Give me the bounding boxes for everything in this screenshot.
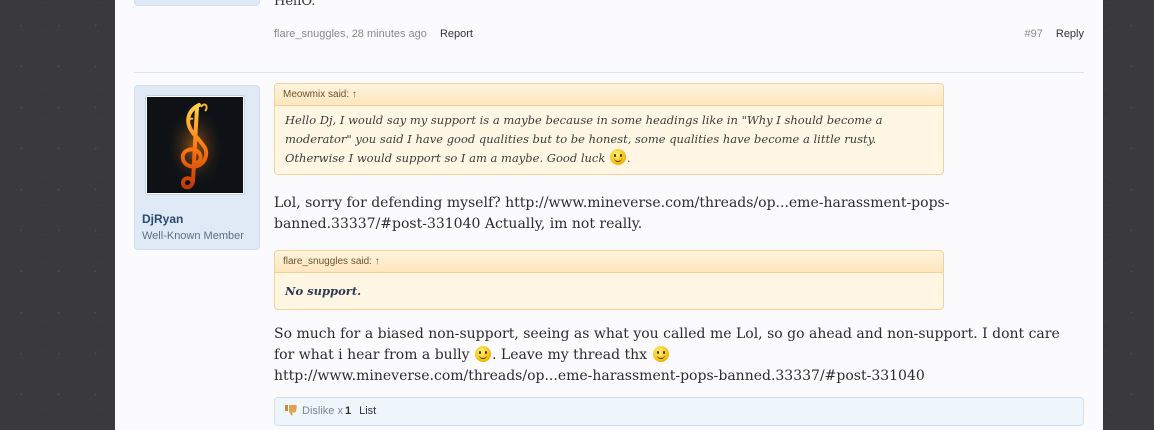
username[interactable]: DjRyan: [142, 212, 183, 226]
previous-post-meta: flare_snuggles, 28 minutes ago Report #9…: [274, 28, 1084, 40]
previous-post-time[interactable]: 28 minutes ago: [352, 28, 427, 40]
reply-link[interactable]: Reply: [1056, 28, 1084, 40]
post-divider: [134, 72, 1084, 73]
thread-page: HellO. flare_snuggles, 28 minutes ago Re…: [115, 0, 1103, 430]
user-title: Well-Known Member: [142, 230, 244, 242]
quote-block: Meowmix said: ↑ Hello Dj, I would say my…: [274, 83, 944, 175]
thumbs-down-icon: [285, 405, 297, 416]
thread-link[interactable]: http://www.mineverse.com/threads/op...em…: [274, 368, 925, 384]
post-number-link[interactable]: #97: [1024, 28, 1042, 40]
dislike-label: Dislike x: [302, 405, 343, 417]
report-link[interactable]: Report: [440, 28, 473, 40]
smiley-icon: [475, 346, 492, 362]
avatar[interactable]: [145, 95, 245, 195]
message-text: Lol, sorry for defending myself? http://…: [274, 195, 950, 232]
quote-text: Hello Dj, I would say my support is a ma…: [285, 113, 883, 165]
smiley-icon: [652, 346, 669, 362]
quote-attribution[interactable]: flare_snuggles said: ↑: [275, 251, 943, 273]
dislike-list-link[interactable]: List: [359, 405, 376, 417]
previous-user-box: [134, 0, 260, 6]
quote-text: No support.: [285, 284, 362, 298]
previous-post-author[interactable]: flare_snuggles: [274, 28, 346, 40]
dislike-summary: Dislike x 1 List: [274, 397, 1084, 426]
previous-post-actions: #97 Reply: [1024, 28, 1084, 40]
quote-block: flare_snuggles said: ↑ No support.: [274, 250, 944, 310]
user-info-box: DjRyan Well-Known Member: [134, 85, 260, 250]
previous-post-text: HellO.: [274, 0, 316, 9]
smiley-icon: [609, 149, 626, 165]
message-text: So much for a biased non-support, seeing…: [274, 326, 1060, 384]
treble-clef-avatar: [147, 97, 243, 193]
dislike-count: 1: [344, 405, 352, 417]
quote-attribution[interactable]: Meowmix said: ↑: [275, 84, 943, 106]
